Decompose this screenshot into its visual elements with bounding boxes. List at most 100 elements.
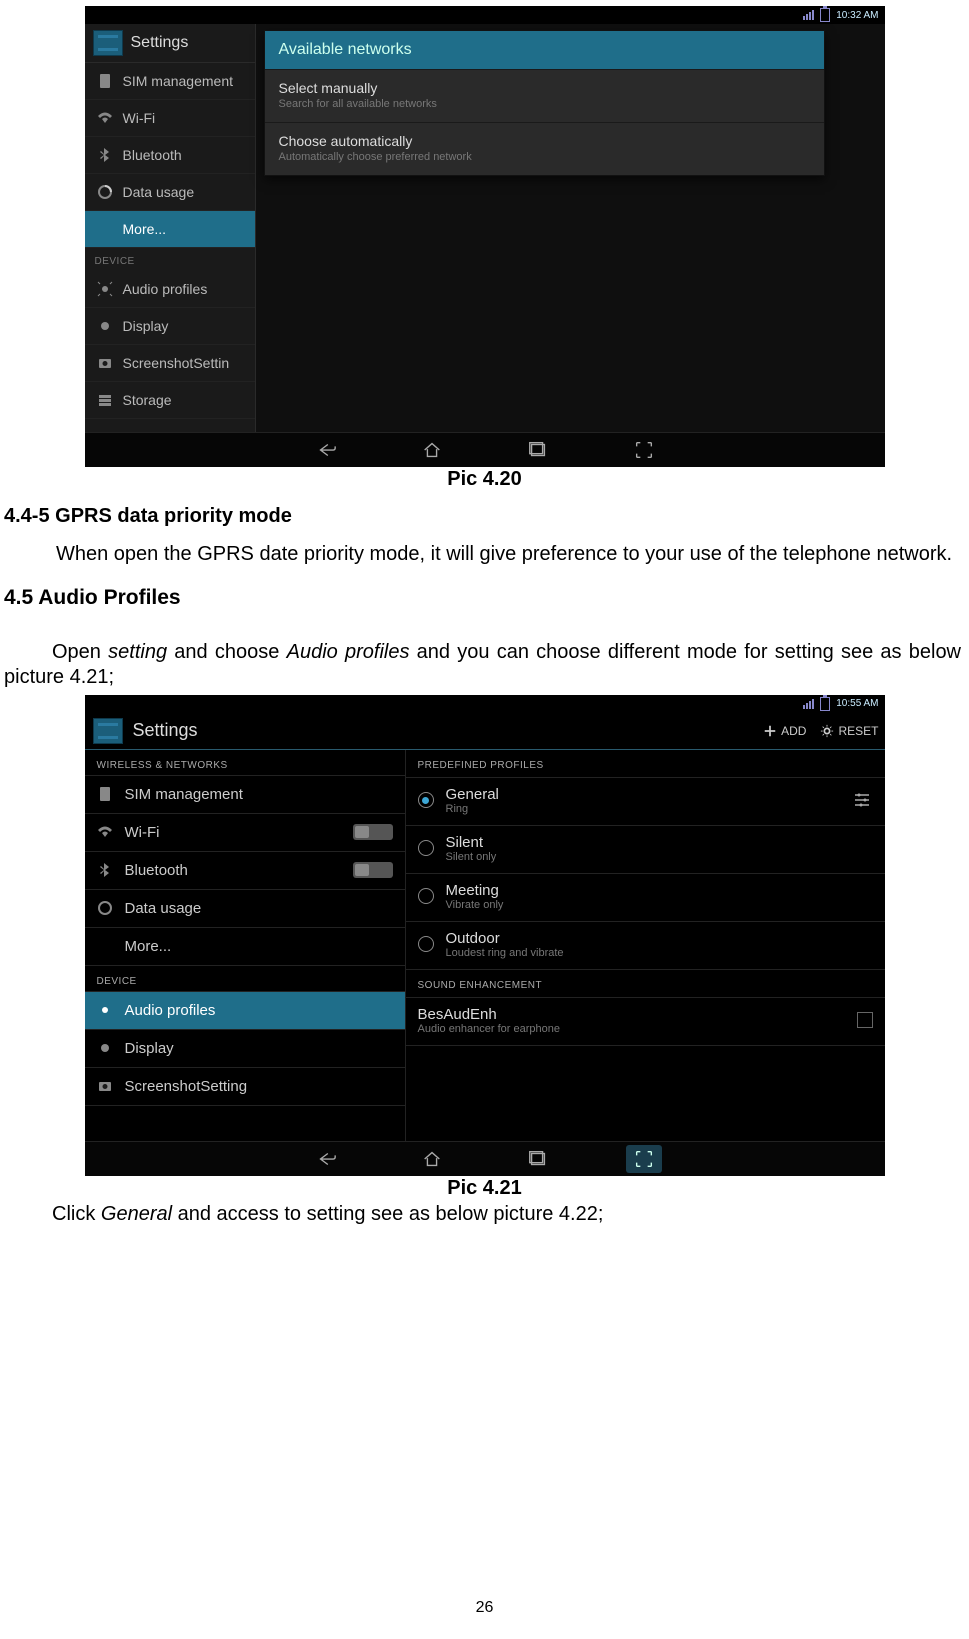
profile-silent[interactable]: Silent Silent only — [406, 826, 885, 874]
popup-row-select-manually[interactable]: Select manually Search for all available… — [265, 69, 824, 122]
sidebar-item-bluetooth[interactable]: Bluetooth — [85, 137, 255, 174]
caption-4-21: Pic 4.21 — [0, 1177, 969, 1200]
sim-icon — [97, 73, 113, 89]
sim-icon — [97, 786, 113, 802]
sidebar-item-data-usage[interactable]: Data usage — [85, 174, 255, 211]
nav-home-button[interactable] — [414, 1145, 450, 1173]
profile-meeting[interactable]: Meeting Vibrate only — [406, 874, 885, 922]
settings-main-pane: Available networks Select manually Searc… — [256, 24, 885, 432]
settings-header: Settings — [85, 24, 255, 63]
radio-icon[interactable] — [418, 936, 434, 952]
status-bar: 10:55 AM — [85, 695, 885, 713]
titlebar-actions: ADD RESET — [763, 724, 878, 738]
left-item-bluetooth[interactable]: Bluetooth O — [85, 852, 405, 890]
nav-recent-button[interactable] — [520, 1145, 556, 1173]
paragraph-4-5: Open setting and choose Audio profiles a… — [0, 640, 969, 691]
wifi-icon — [97, 110, 113, 126]
settings-title: Settings — [133, 720, 198, 741]
profile-subtitle: Ring — [446, 803, 499, 815]
radio-icon[interactable] — [418, 888, 434, 904]
profile-outdoor[interactable]: Outdoor Loudest ring and vibrate — [406, 922, 885, 970]
popup-row-choose-auto[interactable]: Choose automatically Automatically choos… — [265, 122, 824, 175]
screenshot-body: Settings ADD RESET WIRELESS & NETWORKS — [85, 713, 885, 1141]
profile-title: General — [446, 786, 499, 803]
available-networks-popup: Available networks Select manually Searc… — [264, 30, 825, 176]
bluetooth-toggle[interactable]: O — [353, 862, 393, 878]
enhancement-besaudenh[interactable]: BesAudEnh Audio enhancer for earphone — [406, 998, 885, 1046]
sidebar-item-storage[interactable]: Storage — [85, 382, 255, 419]
android-nav-bar — [85, 1141, 885, 1176]
settings-sidebar: Settings SIM management Wi-Fi Bluetooth … — [85, 24, 256, 432]
checkbox[interactable] — [857, 1012, 873, 1028]
wifi-toggle[interactable]: O — [353, 824, 393, 840]
nav-back-button[interactable] — [308, 1145, 344, 1173]
nav-screenshot-button[interactable] — [626, 436, 662, 464]
reset-button[interactable]: RESET — [820, 724, 878, 738]
left-item-wifi[interactable]: Wi-Fi O — [85, 814, 405, 852]
settings-columns: WIRELESS & NETWORKS SIM management Wi-Fi… — [85, 750, 885, 1142]
titlebar-left: Settings — [93, 718, 198, 744]
text-span: Open — [52, 641, 108, 663]
signal-icon — [803, 10, 814, 20]
battery-icon — [820, 8, 830, 22]
settings-app-icon — [93, 30, 123, 56]
screenshot-4-20: 10:32 AM Settings SIM management Wi-Fi — [85, 6, 885, 466]
sidebar-item-label: Display — [123, 318, 169, 334]
blank-icon — [97, 221, 113, 237]
sidebar-item-wifi[interactable]: Wi-Fi — [85, 100, 255, 137]
sidebar-item-audio-profiles[interactable]: Audio profiles — [85, 271, 255, 308]
document-page: 10:32 AM Settings SIM management Wi-Fi — [0, 0, 969, 1639]
sidebar-item-label: Bluetooth — [123, 147, 182, 163]
left-item-sim[interactable]: SIM management — [85, 776, 405, 814]
display-icon — [97, 1040, 113, 1056]
sidebar-item-more[interactable]: More... — [85, 211, 255, 248]
popup-row-title: Select manually — [279, 80, 810, 96]
profile-title: Silent — [446, 834, 497, 851]
add-button[interactable]: ADD — [763, 724, 806, 738]
profile-title: Meeting — [446, 882, 504, 899]
left-item-label: Data usage — [125, 900, 202, 917]
screenshot-4-21: 10:55 AM Settings ADD RESET — [85, 695, 885, 1175]
left-item-label: Display — [125, 1040, 174, 1057]
screenshot-body: Settings SIM management Wi-Fi Bluetooth … — [85, 24, 885, 432]
bluetooth-icon — [97, 147, 113, 163]
text-span: Click — [52, 1203, 101, 1225]
paragraph-4-4-5: When open the GPRS date priority mode, i… — [0, 542, 969, 568]
camera-icon — [97, 1078, 113, 1094]
sidebar-item-label: SIM management — [123, 73, 234, 89]
status-bar: 10:32 AM — [85, 6, 885, 24]
data-usage-icon — [97, 900, 113, 916]
text-span: and choose — [167, 641, 287, 663]
status-time: 10:55 AM — [836, 698, 878, 709]
profile-subtitle: Vibrate only — [446, 899, 504, 911]
left-item-data-usage[interactable]: Data usage — [85, 890, 405, 928]
caption-4-20: Pic 4.20 — [0, 468, 969, 491]
left-item-label: Bluetooth — [125, 862, 188, 879]
sidebar-item-screenshot[interactable]: ScreenshotSettin — [85, 345, 255, 382]
signal-icon — [803, 699, 814, 709]
gear-icon — [820, 724, 834, 738]
left-item-more[interactable]: More... — [85, 928, 405, 966]
sidebar-item-display[interactable]: Display — [85, 308, 255, 345]
left-item-display[interactable]: Display — [85, 1030, 405, 1068]
profile-general[interactable]: General Ring — [406, 778, 885, 826]
sidebar-item-label: More... — [123, 221, 167, 237]
display-icon — [97, 318, 113, 334]
left-item-screenshot[interactable]: ScreenshotSetting — [85, 1068, 405, 1106]
enhancement-title: BesAudEnh — [418, 1006, 561, 1023]
radio-icon[interactable] — [418, 840, 434, 856]
heading-4-5: 4.5 Audio Profiles — [0, 586, 969, 610]
radio-icon[interactable] — [418, 792, 434, 808]
text-span: and access to setting see as below pictu… — [172, 1203, 603, 1225]
reset-label: RESET — [838, 724, 878, 738]
left-item-audio-profiles[interactable]: Audio profiles — [85, 992, 405, 1030]
sidebar-item-sim[interactable]: SIM management — [85, 63, 255, 100]
left-section-wireless: WIRELESS & NETWORKS — [85, 750, 405, 776]
sliders-icon[interactable] — [851, 789, 873, 811]
nav-screenshot-button[interactable] — [626, 1145, 662, 1173]
nav-recent-button[interactable] — [520, 436, 556, 464]
paragraph-after-4-21: Click General and access to setting see … — [0, 1202, 969, 1228]
heading-4-4-5: 4.4-5 GPRS data priority mode — [0, 505, 969, 528]
nav-back-button[interactable] — [308, 436, 344, 464]
nav-home-button[interactable] — [414, 436, 450, 464]
